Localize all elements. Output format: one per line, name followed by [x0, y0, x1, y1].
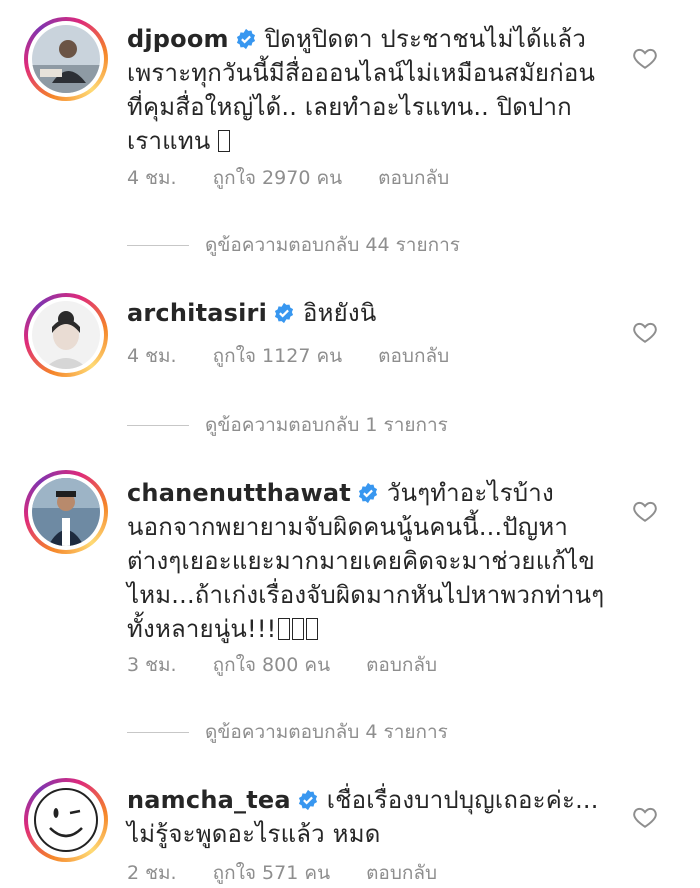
replies-divider: [127, 425, 189, 426]
like-count[interactable]: ถูกใจ 1127 คน: [213, 345, 343, 367]
verified-badge-icon: [298, 789, 317, 811]
comment-text-block: chanenutthawat วันๆทำอะไรบ้าง นอกจากพยายา…: [127, 476, 607, 646]
view-replies-label[interactable]: ดูข้อความตอบกลับ 4 รายการ: [205, 721, 448, 743]
reply-button[interactable]: ตอบกลับ: [378, 345, 449, 367]
avatar-photo: [32, 301, 100, 369]
emoji-placeholder: [218, 130, 231, 152]
comment-meta: 2 ชม. ถูกใจ 571 คน ตอบกลับ: [127, 858, 473, 888]
comment-time: 2 ชม.: [127, 862, 177, 884]
emoji-placeholder: [306, 618, 319, 640]
avatar-photo: [32, 25, 100, 93]
replies-divider: [127, 732, 189, 733]
verified-badge-icon: [358, 482, 377, 504]
reply-button[interactable]: ตอบกลับ: [366, 654, 437, 676]
username[interactable]: namcha_tea: [127, 786, 291, 814]
verified-badge-icon: [236, 28, 255, 50]
comment-meta: 4 ชม. ถูกใจ 1127 คน ตอบกลับ: [127, 341, 485, 371]
replies-divider: [127, 245, 189, 246]
heart-outline-icon[interactable]: [632, 804, 658, 830]
avatar[interactable]: [24, 470, 108, 554]
avatar[interactable]: [24, 17, 108, 101]
like-count[interactable]: ถูกใจ 800 คน: [213, 654, 330, 676]
comment-meta: 4 ชม. ถูกใจ 2970 คน ตอบกลับ: [127, 163, 485, 193]
comment-time: 4 ชม.: [127, 345, 177, 367]
comment-text-block: architasiri อิหยังนิ: [127, 296, 607, 330]
username[interactable]: chanenutthawat: [127, 479, 351, 507]
verified-badge-icon: [274, 302, 294, 324]
comment-text-block: namcha_tea เชื่อเรื่องบาปบุญเถอะค่ะ... ไม…: [127, 783, 607, 851]
avatar-photo: [32, 478, 100, 546]
view-replies-button[interactable]: ดูข้อความตอบกลับ 1 รายการ: [127, 410, 448, 440]
avatar[interactable]: [24, 293, 108, 377]
username[interactable]: architasiri: [127, 299, 267, 327]
view-replies-label[interactable]: ดูข้อความตอบกลับ 44 รายการ: [205, 234, 460, 256]
username[interactable]: djpoom: [127, 25, 229, 53]
heart-outline-icon[interactable]: [632, 45, 658, 71]
emoji-placeholder: [278, 618, 291, 640]
emoji-placeholder: [292, 618, 305, 640]
comment-text-block: djpoom ปิดหูปิดตา ประชาชนไม่ได้แล้ว เพราะ…: [127, 22, 607, 158]
avatar-photo: [32, 786, 100, 854]
comment-text: อิหยังนิ: [303, 299, 377, 327]
heart-outline-icon[interactable]: [632, 319, 658, 345]
like-count[interactable]: ถูกใจ 2970 คน: [213, 167, 343, 189]
like-count[interactable]: ถูกใจ 571 คน: [213, 862, 330, 884]
comment-time: 4 ชม.: [127, 167, 177, 189]
view-replies-button[interactable]: ดูข้อความตอบกลับ 44 รายการ: [127, 230, 460, 260]
view-replies-button[interactable]: ดูข้อความตอบกลับ 4 รายการ: [127, 717, 448, 747]
comment-time: 3 ชม.: [127, 654, 177, 676]
avatar[interactable]: [24, 778, 108, 862]
comment-meta: 3 ชม. ถูกใจ 800 คน ตอบกลับ: [127, 650, 473, 680]
reply-button[interactable]: ตอบกลับ: [378, 167, 449, 189]
heart-outline-icon[interactable]: [632, 498, 658, 524]
reply-button[interactable]: ตอบกลับ: [366, 862, 437, 884]
view-replies-label[interactable]: ดูข้อความตอบกลับ 1 รายการ: [205, 414, 448, 436]
